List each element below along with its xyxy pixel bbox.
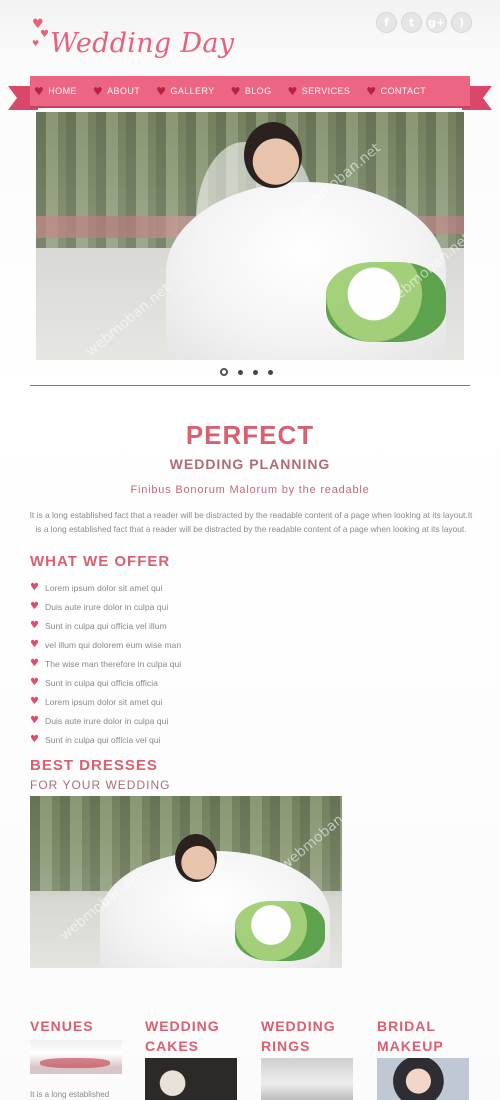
heart-icon: ♥ <box>30 601 39 612</box>
heart-icon: ♥ <box>30 620 39 631</box>
list-item: ♥ vel illum qui dolorem eum wise man <box>30 639 182 650</box>
logo-text: Wedding Day <box>50 28 235 59</box>
list-item: ♥ Sunt in culpa qui officia vel illum <box>30 620 167 631</box>
slider-dot[interactable] <box>238 369 243 375</box>
nav-ribbon: ♥ HOME ♥ ABOUT ♥ GALLERY ♥ BLOG ♥ SERVICES ♥ C… <box>30 76 470 106</box>
heart-icon: ♥ <box>156 84 167 98</box>
heart-icon: ♥ <box>30 734 39 745</box>
slider-dot[interactable] <box>268 369 273 375</box>
slider-pagination <box>220 368 273 376</box>
list-item: ♥ Sunt in culpa qui officia vel qui <box>30 734 161 745</box>
wedding-rings-image[interactable] <box>261 1058 353 1100</box>
nav-item-contact[interactable]: ♥ CONTACT <box>366 85 426 98</box>
heart-icon: ♥ <box>34 84 45 98</box>
nav-item-about[interactable]: ♥ ABOUT <box>93 85 140 98</box>
nav-item-gallery[interactable]: ♥ GALLERY <box>156 85 214 98</box>
dresses-image[interactable]: webmoban.net webmoban.net <box>30 796 342 968</box>
heart-icon: ♥ <box>366 84 377 98</box>
hero-slider-image[interactable]: webmoban.net webmoban.net webmoban.net <box>36 112 464 360</box>
column-title-venues[interactable]: VENUES <box>30 1016 94 1036</box>
nav-item-home[interactable]: ♥ HOME <box>34 85 77 98</box>
venues-text: It is a long established <box>30 1090 110 1099</box>
wedding-cakes-image[interactable] <box>145 1058 237 1100</box>
list-item: ♥ Sunt in culpa qui officia officia <box>30 677 158 688</box>
bridal-makeup-image[interactable] <box>377 1058 469 1100</box>
heart-icon: ♥ <box>92 84 104 98</box>
list-item: ♥ Lorem ipsum dolor sit amet qui <box>30 696 163 707</box>
column-title-bridal-makeup[interactable]: BRIDAL MAKEUP <box>377 1016 444 1056</box>
site-logo[interactable]: ♥ ♥ ♥ Wedding Day <box>30 14 234 64</box>
heart-icon: ♥ <box>30 582 39 593</box>
offer-title: WHAT WE OFFER <box>30 553 171 570</box>
list-item: ♥ Duis aute irure dolor in culpa qui <box>30 715 169 726</box>
nav-item-blog[interactable]: ♥ BLOG <box>231 85 272 98</box>
rss-icon[interactable]: ) <box>451 12 472 33</box>
intro-subtitle: WEDDING PLANNING <box>169 456 331 472</box>
intro-title: PERFECT <box>185 420 315 450</box>
column-title-wedding-cakes[interactable]: WEDDING CAKES <box>145 1016 220 1056</box>
page: ♥ ♥ ♥ Wedding Day f t g+ ) ♥ HOME ♥ ABOUT … <box>0 0 500 1100</box>
slider-dot[interactable] <box>253 369 258 375</box>
nav-item-services[interactable]: ♥ SERVICES <box>287 85 350 98</box>
list-item: ♥ Lorem ipsum dolor sit amet qui <box>30 582 163 593</box>
heart-icon: ♥ <box>287 84 298 98</box>
facebook-icon[interactable]: f <box>376 12 397 33</box>
hearts-icon: ♥ ♥ ♥ <box>32 17 49 48</box>
column-title-wedding-rings[interactable]: WEDDING RINGS <box>261 1016 336 1056</box>
list-item: ♥ Duis aute irure dolor in culpa qui <box>30 601 169 612</box>
venues-image[interactable] <box>30 1040 122 1074</box>
slider-dot[interactable] <box>220 368 228 376</box>
offer-list: ♥ Lorem ipsum dolor sit amet qui ♥ Duis au… <box>30 578 181 749</box>
twitter-icon[interactable]: t <box>401 12 422 33</box>
intro-body: It is a long established fact that a rea… <box>29 510 473 534</box>
divider <box>30 385 470 386</box>
heart-icon: ♥ <box>30 696 39 707</box>
social-links: f t g+ ) <box>376 12 472 33</box>
heart-icon: ♥ <box>30 715 39 726</box>
google-plus-icon[interactable]: g+ <box>426 12 447 33</box>
main-nav: ♥ HOME ♥ ABOUT ♥ GALLERY ♥ BLOG ♥ SERVICES ♥ C… <box>8 76 492 110</box>
heart-icon: ♥ <box>30 677 39 688</box>
intro-tagline: Finibus Bonorum Malorum by the readable <box>130 484 370 496</box>
heart-icon: ♥ <box>230 84 241 98</box>
heart-icon: ♥ <box>30 639 39 650</box>
dresses-title: BEST DRESSES <box>30 757 158 774</box>
dresses-subtitle: FOR YOUR WEDDING <box>30 778 171 792</box>
heart-icon: ♥ <box>30 658 39 669</box>
list-item: ♥ The wise man therefore in culpa qui <box>30 658 182 669</box>
